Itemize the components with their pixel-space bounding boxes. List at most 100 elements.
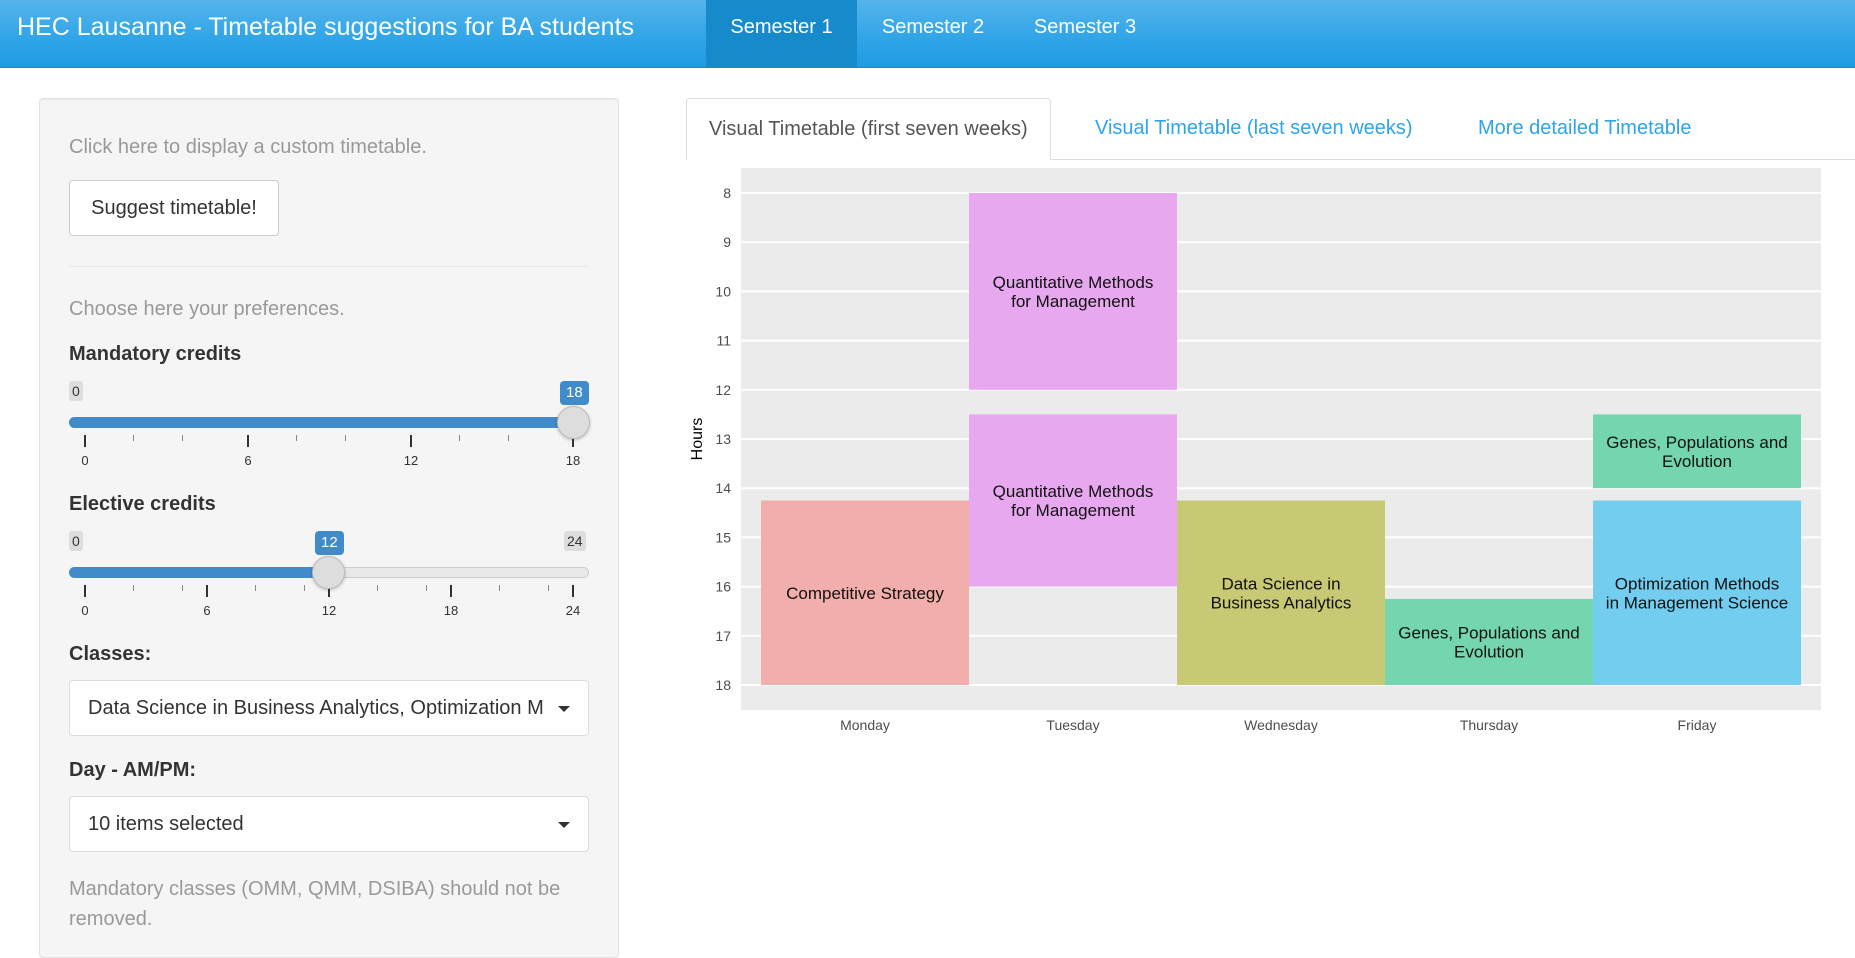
slider-tick (377, 585, 378, 591)
slider-tick (133, 435, 134, 441)
elective-credits-slider[interactable]: 0 24 12 0 6 12 18 24 (69, 531, 589, 641)
x-tick-label: Wednesday (1244, 717, 1318, 733)
slider-tick-label: 24 (565, 603, 581, 618)
slider-tick (182, 435, 183, 441)
timetable-block-label-line: Genes, Populations and (1606, 433, 1787, 452)
slider-tick (499, 585, 500, 591)
navbar: HEC Lausanne - Timetable suggestions for… (0, 0, 1855, 68)
slider-tick (548, 585, 549, 591)
slider-tick (84, 435, 86, 447)
preferences-help: Choose here your preferences. (69, 298, 345, 320)
elective-credits-label: Elective credits (69, 493, 216, 515)
y-tick-label: 8 (723, 185, 731, 201)
slider-fill (69, 567, 329, 578)
slider-tick (296, 435, 297, 441)
chevron-down-icon (558, 706, 570, 712)
slider-min-label: 0 (69, 531, 83, 551)
timetable-block-label-line: Quantitative Methods (993, 482, 1154, 501)
timetable-block-label: Quantitative Methods for Management (993, 482, 1154, 520)
slider-tick (450, 585, 452, 597)
slider-fill (69, 417, 574, 428)
mandatory-credits-label: Mandatory credits (69, 343, 242, 365)
slider-value-label: 18 (560, 381, 589, 405)
timetable-block-label-line: for Management (1011, 292, 1135, 311)
timetable-block-label-line: Data Science in (1221, 574, 1340, 593)
slider-tick (247, 435, 249, 447)
nav-tab-semester-3[interactable]: Semester 3 (1009, 0, 1161, 68)
nav-tab-semester-2[interactable]: Semester 2 (857, 0, 1009, 68)
slider-max-label: 24 (564, 531, 586, 551)
suggest-timetable-button[interactable]: Suggest timetable! (69, 180, 279, 236)
timetable-block-label-line: Business Analytics (1211, 593, 1352, 612)
day-ampm-select[interactable]: 10 items selected (69, 796, 589, 852)
slider-tick-label: 18 (443, 603, 459, 618)
slider-min-label: 0 (69, 381, 83, 401)
timetable-block-label-line: Genes, Populations and (1398, 623, 1579, 642)
slider-tick-label: 18 (565, 453, 581, 468)
mandatory-credits-slider[interactable]: 0 18 0 6 12 18 (69, 381, 590, 491)
timetable-block-label: Data Science in Business Analytics (1211, 574, 1352, 612)
slider-tick (255, 585, 256, 591)
x-tick-label: Tuesday (1046, 717, 1099, 733)
slider-tick (345, 435, 346, 441)
slider-tick (206, 585, 208, 597)
timetable-block-label-line: for Management (1011, 501, 1135, 520)
tab-detailed-timetable[interactable]: More detailed Timetable (1456, 98, 1713, 160)
timetable-block-label-line: in Management Science (1606, 593, 1788, 612)
x-tick-label: Friday (1678, 717, 1717, 733)
y-tick-label: 15 (715, 529, 731, 545)
y-tick-label: 12 (715, 382, 731, 398)
tab-visual-last-weeks[interactable]: Visual Timetable (last seven weeks) (1073, 98, 1435, 160)
timetable-block-label-line: Optimization Methods (1615, 574, 1779, 593)
y-tick-label: 16 (715, 579, 731, 595)
y-tick-label: 14 (715, 480, 731, 496)
classes-label: Classes: (69, 643, 152, 665)
slider-tick (459, 435, 460, 441)
mandatory-classes-note: Mandatory classes (OMM, QMM, DSIBA) shou… (69, 878, 561, 930)
slider-tick (572, 585, 574, 597)
slider-tick (182, 585, 183, 591)
slider-tick (84, 585, 86, 597)
y-tick-label: 10 (715, 283, 731, 299)
y-tick-label: 11 (716, 333, 731, 349)
y-tick-label: 17 (715, 628, 731, 644)
slider-tick (426, 585, 427, 591)
classes-select-value: Data Science in Business Analytics, Opti… (88, 697, 544, 719)
y-tick-label: 13 (715, 431, 731, 447)
timetable-block-label-line: Evolution (1454, 642, 1524, 661)
nav-tab-semester-1[interactable]: Semester 1 (706, 0, 857, 68)
slider-tick-label: 6 (244, 453, 252, 468)
y-axis-label: Hours (689, 418, 706, 461)
x-tick-label: Thursday (1460, 717, 1518, 733)
timetable-block-label: Competitive Strategy (786, 584, 944, 603)
divider (69, 266, 589, 267)
slider-handle[interactable] (557, 406, 590, 439)
custom-timetable-help: Click here to display a custom timetable… (69, 136, 427, 158)
slider-tick (133, 585, 134, 591)
slider-tick-label: 0 (81, 453, 89, 468)
slider-tick-label: 12 (321, 603, 337, 618)
x-tick-label: Monday (840, 717, 890, 733)
app-title: HEC Lausanne - Timetable suggestions for… (17, 13, 635, 41)
slider-tick (410, 435, 412, 447)
slider-tick-label: 6 (203, 603, 211, 618)
timetable-block-label: Optimization Methods in Management Scienc… (1606, 574, 1788, 612)
slider-tick-label: 12 (403, 453, 419, 468)
day-ampm-label: Day - AM/PM: (69, 759, 197, 781)
slider-handle[interactable] (312, 556, 345, 589)
tab-visual-first-weeks[interactable]: Visual Timetable (first seven weeks) (686, 98, 1051, 160)
classes-select[interactable]: Data Science in Business Analytics, Opti… (69, 680, 589, 736)
y-tick-label: 9 (723, 234, 731, 250)
slider-value-label: 12 (315, 531, 344, 555)
timetable-block-label-line: Quantitative Methods (993, 273, 1154, 292)
timetable-chart: 8 9 10 11 12 13 14 15 16 17 18 Hours Monday Tuesday We… (689, 168, 1821, 733)
timetable-block-label: Quantitative Methods for Management (993, 273, 1154, 311)
y-tick-label: 18 (715, 677, 731, 693)
slider-tick (304, 585, 305, 591)
slider-tick (508, 435, 509, 441)
day-ampm-select-value: 10 items selected (88, 813, 244, 835)
chevron-down-icon (558, 822, 570, 828)
timetable-block-label-line: Evolution (1662, 452, 1732, 471)
slider-tick-label: 0 (81, 603, 89, 618)
timetable-block-label-line: Competitive Strategy (786, 584, 944, 603)
